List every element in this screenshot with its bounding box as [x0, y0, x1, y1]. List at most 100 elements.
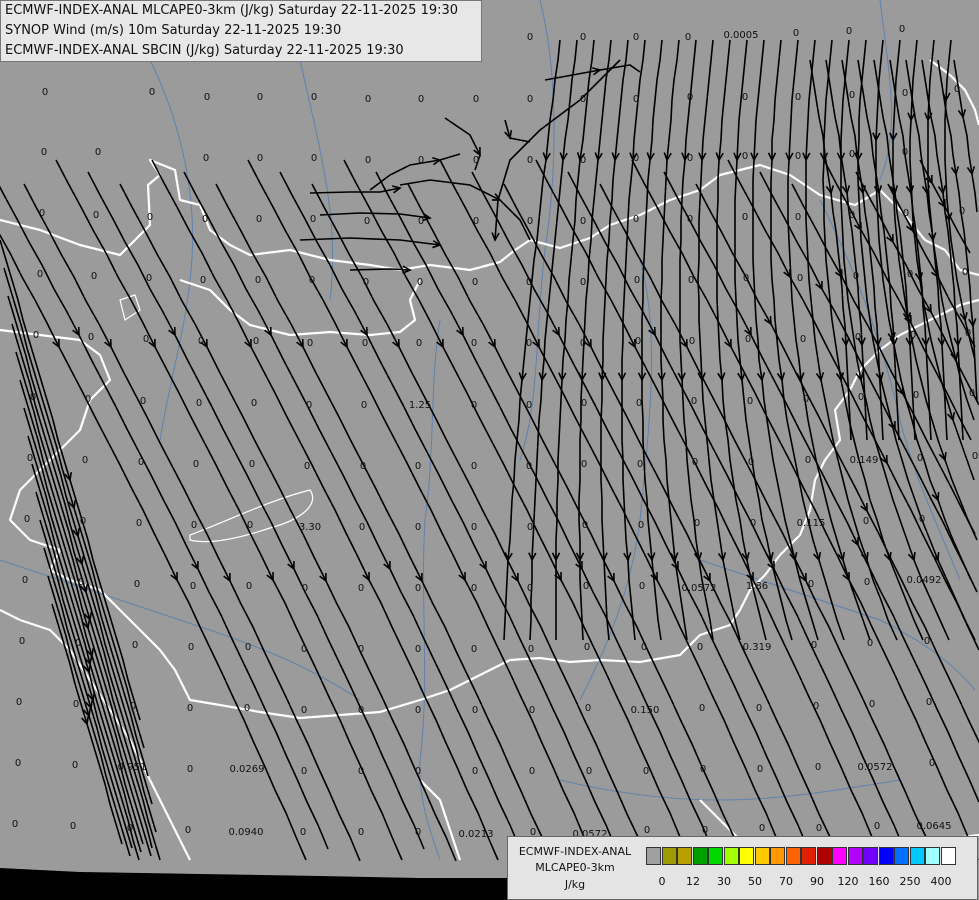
cin-value: 0	[191, 520, 197, 531]
cin-value: 0	[471, 522, 477, 533]
cin-value: 0	[70, 821, 76, 832]
cin-value: 0	[203, 153, 209, 164]
cin-value: 0	[415, 461, 421, 472]
cin-value: 0	[527, 94, 533, 105]
cin-value: 0	[362, 338, 368, 349]
cin-value: 0	[80, 516, 86, 527]
cin-value: 0	[187, 764, 193, 775]
cin-value: 0	[867, 638, 873, 649]
cin-value: 0	[24, 514, 30, 525]
cin-value: 0	[41, 147, 47, 158]
cin-value: 0	[358, 705, 364, 716]
cin-value: 0.0572	[858, 762, 893, 773]
legend-swatch	[878, 847, 894, 865]
cin-value: 0	[687, 214, 693, 225]
cin-value: 0	[527, 216, 533, 227]
legend-swatch	[832, 847, 847, 865]
cin-value: 0	[929, 758, 935, 769]
cin-value: 0	[88, 332, 94, 343]
cin-value: 0	[584, 642, 590, 653]
cin-value: 0	[954, 84, 960, 95]
legend-swatch	[677, 847, 692, 865]
cin-value: 0	[364, 216, 370, 227]
cin-value: 0	[42, 87, 48, 98]
cin-value: 0	[359, 522, 365, 533]
cin-value: 0	[12, 819, 18, 830]
cin-value: 0	[742, 212, 748, 223]
map-header: ECMWF-INDEX-ANAL MLCAPE0-3km (J/kg) Satu…	[0, 0, 482, 62]
cin-value: 0	[633, 153, 639, 164]
cin-value: 0	[302, 583, 308, 594]
cin-value: 0	[472, 705, 478, 716]
cin-value: 0	[415, 583, 421, 594]
cin-value: 0	[795, 92, 801, 103]
cin-value: 0	[637, 459, 643, 470]
cin-value: 0	[39, 208, 45, 219]
cin-value: 0	[75, 638, 81, 649]
cin-value: 0	[972, 451, 978, 462]
cin-value: 0	[418, 155, 424, 166]
cin-value: 0.319	[743, 642, 772, 653]
legend-swatch	[940, 847, 956, 865]
cin-value: 0	[969, 388, 975, 399]
legend-swatch	[708, 847, 723, 865]
cin-value: 0	[759, 823, 765, 834]
cin-value: 0.150	[631, 705, 660, 716]
cin-value: 0	[309, 275, 315, 286]
cin-value: 0	[527, 583, 533, 594]
cin-value: 0	[864, 577, 870, 588]
cin-value: 0	[471, 338, 477, 349]
cin-value: 0	[473, 94, 479, 105]
cin-value: 0	[198, 336, 204, 347]
cin-value: 0	[244, 703, 250, 714]
cin-value: 0	[257, 92, 263, 103]
cin-value: 0	[902, 88, 908, 99]
cin-value: 1.25	[409, 400, 431, 411]
cin-value: 0	[528, 644, 534, 655]
cin-value: 0	[902, 147, 908, 158]
cin-value: 0	[699, 703, 705, 714]
cin-value: 0	[813, 701, 819, 712]
cin-value: 0	[919, 514, 925, 525]
cin-value: 0	[185, 825, 191, 836]
cin-value: 0	[363, 277, 369, 288]
cin-value: 0	[697, 642, 703, 653]
cin-value: 0	[745, 334, 751, 345]
cin-value: 0	[580, 32, 586, 43]
cin-value: 0	[471, 583, 477, 594]
cin-value: 0	[687, 153, 693, 164]
legend-swatch	[723, 847, 739, 865]
cin-value: 0	[816, 823, 822, 834]
legend-tick-label: 50	[748, 875, 762, 888]
cin-value: 0	[742, 92, 748, 103]
cin-value: 0	[853, 271, 859, 282]
legend-swatch	[646, 847, 661, 865]
cin-value: 0	[311, 92, 317, 103]
cin-value: 0	[757, 764, 763, 775]
cin-value: 0	[416, 338, 422, 349]
cin-value: 0	[747, 396, 753, 407]
cin-value: 0	[633, 32, 639, 43]
cin-value: 0	[300, 827, 306, 838]
header-cape-title: ECMWF-INDEX-ANAL MLCAPE0-3km (J/kg) Satu…	[5, 3, 459, 18]
cin-value: 0	[965, 328, 971, 339]
cin-value: 0	[586, 766, 592, 777]
cin-value: 0	[472, 766, 478, 777]
cin-value: 0	[643, 766, 649, 777]
cin-value: 0	[702, 825, 708, 836]
cin-value: 0	[307, 338, 313, 349]
cin-value: 0	[95, 147, 101, 158]
cin-value: 0	[418, 216, 424, 227]
cin-value: 0	[471, 400, 477, 411]
cin-value: 0	[196, 398, 202, 409]
cin-value: 0	[247, 520, 253, 531]
cin-value: 0	[37, 269, 43, 280]
cin-value: 0	[85, 394, 91, 405]
cin-value: 0	[19, 636, 25, 647]
cin-value: 0	[526, 277, 532, 288]
cin-value: 0	[130, 701, 136, 712]
cin-value: 0	[926, 697, 932, 708]
cin-value: 0	[687, 92, 693, 103]
cin-value: 0	[143, 334, 149, 345]
cin-value: 0	[907, 269, 913, 280]
